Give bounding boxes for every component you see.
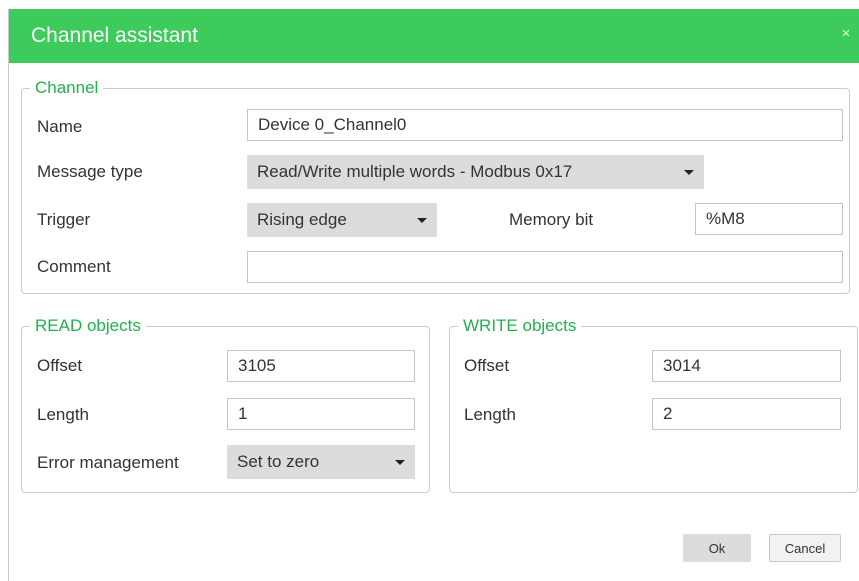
memory-bit-label: Memory bit <box>509 210 594 229</box>
write-objects-legend: WRITE objects <box>463 316 577 335</box>
title-bar: Channel assistant × <box>9 9 859 63</box>
comment-label: Comment <box>37 257 111 276</box>
chevron-down-icon <box>395 460 405 465</box>
cancel-button[interactable]: Cancel <box>769 534 841 562</box>
write-length-label: Length <box>464 405 516 424</box>
trigger-value: Rising edge <box>257 210 347 229</box>
write-offset-label: Offset <box>464 356 510 375</box>
name-label: Name <box>37 117 83 136</box>
message-type-value: Read/Write multiple words - Modbus 0x17 <box>257 162 573 181</box>
channel-legend: Channel <box>35 78 99 97</box>
dialog-title: Channel assistant <box>31 24 198 47</box>
channel-assistant-dialog: Channel assistant × Channel Name Message… <box>8 9 859 581</box>
message-type-select[interactable]: Read/Write multiple words - Modbus 0x17 <box>247 155 704 189</box>
read-objects-legend: READ objects <box>35 316 141 335</box>
ok-button[interactable]: Ok <box>683 534 751 562</box>
comment-input[interactable] <box>247 251 843 283</box>
message-type-label: Message type <box>37 162 143 181</box>
error-management-value: Set to zero <box>237 452 320 471</box>
read-length-input[interactable] <box>227 398 415 430</box>
chevron-down-icon <box>684 170 694 175</box>
chevron-down-icon <box>417 218 427 223</box>
close-icon[interactable]: × <box>838 24 854 44</box>
read-offset-label: Offset <box>37 356 83 375</box>
write-length-input[interactable] <box>652 398 841 430</box>
memory-bit-input[interactable] <box>695 203 843 235</box>
trigger-select[interactable]: Rising edge <box>247 203 437 237</box>
error-management-label: Error management <box>37 453 179 472</box>
write-offset-input[interactable] <box>652 350 841 382</box>
read-offset-input[interactable] <box>227 350 415 382</box>
name-input[interactable] <box>247 109 843 141</box>
error-management-select[interactable]: Set to zero <box>227 445 415 479</box>
trigger-label: Trigger <box>37 210 91 229</box>
read-length-label: Length <box>37 405 89 424</box>
